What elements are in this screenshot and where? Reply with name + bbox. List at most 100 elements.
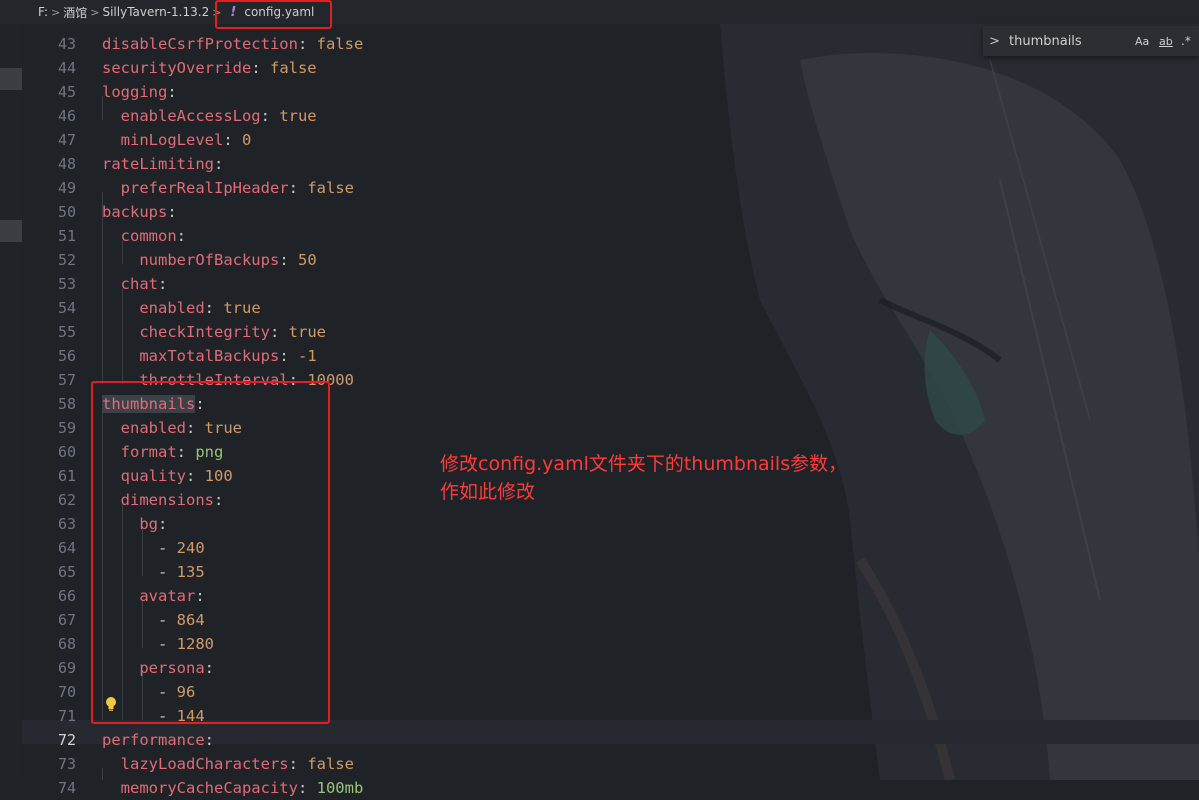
breadcrumb-folder-label: SillyTavern-1.13.2 — [102, 5, 210, 19]
match-case-icon[interactable]: Aa — [1135, 35, 1155, 48]
yaml-punct: : — [279, 251, 298, 269]
yaml-punct: : — [288, 179, 308, 197]
line-number: 54 — [57, 299, 76, 317]
line-number: 55 — [57, 323, 76, 341]
code-line[interactable]: securityOverride: false — [102, 56, 317, 80]
line-number: 43 — [57, 35, 76, 53]
yaml-punct: : — [223, 131, 242, 149]
yaml-key: enabled — [102, 299, 205, 317]
code-line[interactable]: backups: — [102, 200, 177, 224]
yaml-value: true — [223, 299, 261, 317]
yaml-punct: : — [204, 299, 224, 317]
yaml-value: false — [269, 59, 317, 77]
code-line[interactable]: checkIntegrity: true — [102, 320, 326, 344]
line-number: 59 — [57, 419, 76, 437]
yaml-punct: : — [279, 347, 298, 365]
yaml-value: 100mb — [316, 779, 364, 797]
yaml-key: chat — [102, 275, 158, 293]
code-line[interactable]: maxTotalBackups: -1 — [102, 344, 317, 368]
yaml-value: -1 — [297, 347, 317, 365]
annotation-line-2: 作如此修改 — [440, 481, 536, 503]
breadcrumb-folder-jiuguan[interactable]: 酒馆 — [63, 4, 87, 21]
code-line[interactable]: preferRealIpHeader: false — [102, 176, 354, 200]
left-strip — [0, 24, 22, 780]
yaml-key: performance — [102, 731, 205, 749]
breadcrumb-drive[interactable]: F: — [38, 5, 48, 19]
breadcrumb-drive-label: F: — [38, 5, 49, 19]
match-whole-word-icon[interactable]: ab — [1159, 35, 1179, 48]
code-line[interactable]: performance: — [102, 728, 214, 752]
line-number: 53 — [57, 275, 76, 293]
code-line[interactable]: common: — [102, 224, 186, 248]
code-line[interactable]: enabled: true — [102, 296, 261, 320]
yaml-punct: : — [158, 275, 168, 293]
annotation-note: 修改config.yaml文件夹下的thumbnails参数， 作如此修改 — [440, 450, 847, 506]
line-number: 58 — [57, 395, 76, 413]
yaml-key: checkIntegrity — [102, 323, 270, 341]
yaml-punct: : — [269, 323, 289, 341]
yaml-key: maxTotalBackups — [102, 347, 280, 365]
yaml-key: minLogLevel — [102, 131, 224, 149]
chevron-right-icon[interactable]: > — [989, 34, 1003, 49]
yaml-punct: : — [167, 203, 177, 221]
yaml-punct: : — [204, 731, 214, 749]
code-line[interactable]: minLogLevel: 0 — [102, 128, 252, 152]
yaml-value: 0 — [242, 131, 252, 149]
yaml-value: true — [288, 323, 326, 341]
use-regex-icon[interactable]: .* — [1181, 34, 1195, 48]
code-line[interactable]: disableCsrfProtection: false — [102, 32, 363, 56]
line-number: 50 — [57, 203, 76, 221]
line-number: 46 — [57, 107, 76, 125]
yaml-punct: : — [251, 59, 270, 77]
yaml-punct: : — [297, 779, 317, 797]
yaml-key: preferRealIpHeader — [102, 179, 289, 197]
line-number: 60 — [57, 443, 76, 461]
line-number: 65 — [57, 563, 76, 581]
line-number: 73 — [57, 755, 76, 773]
yaml-key: backups — [102, 203, 168, 221]
code-line[interactable]: chat: — [102, 272, 168, 296]
yaml-key: enableAccessLog — [102, 107, 261, 125]
find-widget: > thumbnails Aa ab .* — [983, 26, 1199, 56]
chevron-right-icon: > — [90, 5, 100, 19]
breadcrumb-folder-sillytavern[interactable]: SillyTavern-1.13.2 — [102, 5, 209, 19]
line-number: 45 — [57, 83, 76, 101]
find-input[interactable]: thumbnails — [1009, 34, 1135, 49]
line-number: 71 — [57, 707, 76, 725]
yaml-key: common — [102, 227, 177, 245]
code-line[interactable]: lazyLoadCharacters: false — [102, 752, 354, 776]
line-number: 72 — [57, 731, 76, 749]
yaml-value: true — [279, 107, 317, 125]
breadcrumb: F: > 酒馆 > SillyTavern-1.13.2 > ! config.… — [0, 0, 1199, 24]
yaml-key: lazyLoadCharacters — [102, 755, 289, 773]
line-number: 66 — [57, 587, 76, 605]
line-number: 63 — [57, 515, 76, 533]
line-number: 67 — [57, 611, 76, 629]
line-number: 52 — [57, 251, 76, 269]
yaml-value: 50 — [297, 251, 317, 269]
line-number-gutter: 43 44 45 46 47 48 49 50 51 52 53 54 55 56 57 58 59 60 61 62… — [22, 24, 92, 797]
code-line[interactable]: logging: — [102, 80, 177, 104]
yaml-key: numberOfBackups — [102, 251, 280, 269]
yaml-punct: : — [297, 35, 317, 53]
yaml-punct: : — [176, 227, 186, 245]
line-number: 51 — [57, 227, 76, 245]
yaml-value: false — [307, 179, 354, 197]
line-number: 49 — [57, 179, 76, 197]
line-number: 57 — [57, 371, 76, 389]
yaml-key: logging — [102, 83, 168, 101]
yaml-value: false — [316, 35, 364, 53]
annotation-box-thumbnails — [91, 381, 330, 724]
line-number: 47 — [57, 131, 76, 149]
yaml-key: memoryCacheCapacity — [102, 779, 298, 797]
yaml-key: rateLimiting — [102, 155, 214, 173]
code-line[interactable]: numberOfBackups: 50 — [102, 248, 317, 272]
chevron-right-icon: > — [51, 5, 61, 19]
line-number: 56 — [57, 347, 76, 365]
yaml-punct: : — [260, 107, 280, 125]
strip-marker — [0, 220, 22, 242]
yaml-punct: : — [213, 155, 224, 173]
annotation-line-1: 修改config.yaml文件夹下的thumbnails参数， — [440, 453, 848, 475]
code-line[interactable]: rateLimiting: — [102, 152, 223, 176]
code-line[interactable]: enableAccessLog: true — [102, 104, 317, 128]
